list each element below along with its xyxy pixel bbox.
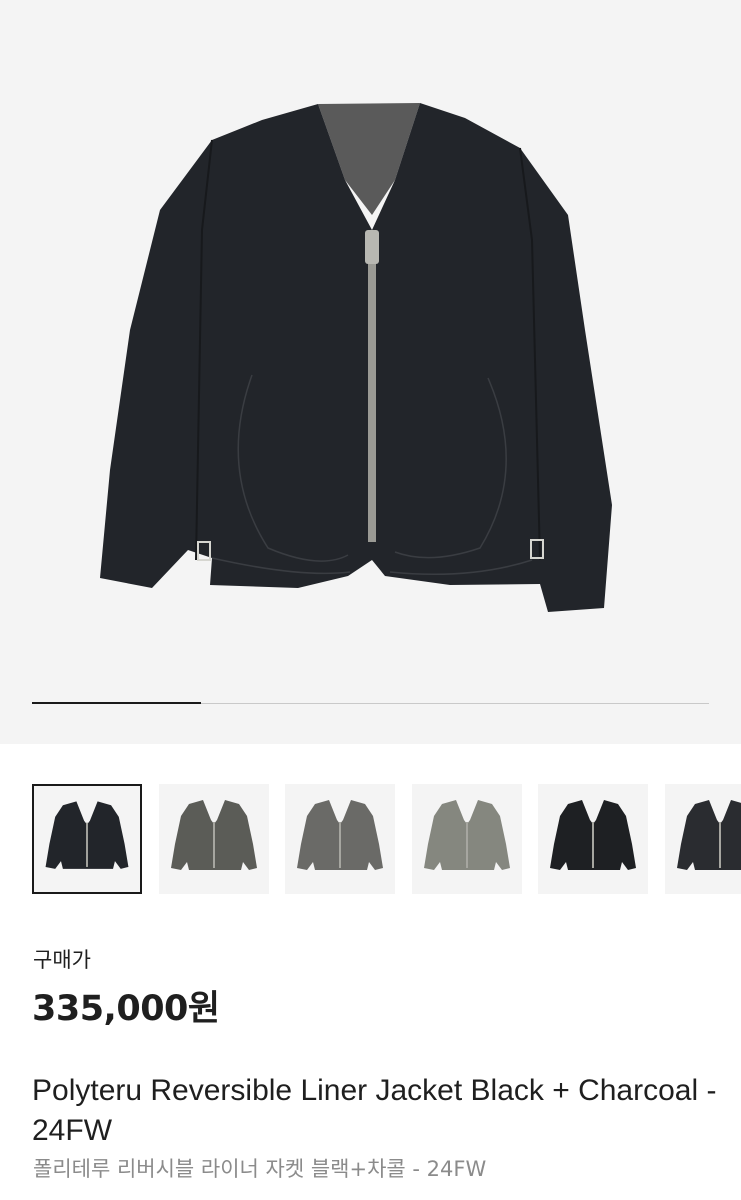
gallery-progress-bar — [32, 702, 709, 704]
thumbnail-jacket-image — [170, 800, 257, 870]
product-title: Polyteru Reversible Liner Jacket Black +… — [32, 1074, 717, 1147]
price-label: 구매가 — [33, 948, 91, 972]
thumbnail-jacket-image — [297, 800, 383, 870]
product-image[interactable] — [0, 0, 741, 744]
thumbnail-6[interactable] — [664, 784, 741, 894]
thumbnail-5[interactable] — [538, 784, 648, 894]
thumbnail-jacket-image — [676, 800, 741, 870]
jacket-image — [100, 103, 612, 612]
thumbnail-3[interactable] — [285, 784, 395, 894]
thumbnail-jacket-image — [550, 800, 636, 870]
thumbnail-2[interactable] — [158, 784, 269, 894]
thumbnail-4[interactable] — [411, 784, 522, 894]
thumbnail-jacket-image — [45, 801, 129, 869]
thumbnail-strip[interactable] — [32, 784, 741, 894]
thumbnail-jacket-image — [423, 800, 510, 870]
gallery-progress-fill — [32, 702, 202, 704]
product-subtitle: 폴리테루 리버시블 라이너 자켓 블랙+차콜 - 24FW — [33, 1157, 487, 1181]
thumbnail-1[interactable] — [32, 784, 142, 894]
price: 335,000원 — [32, 989, 220, 1029]
